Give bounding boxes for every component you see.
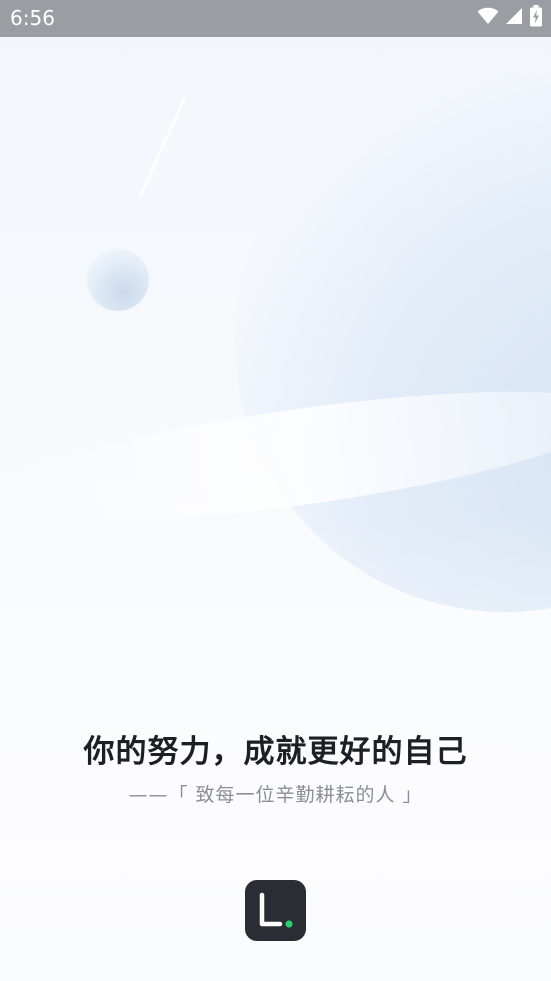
wifi-icon <box>477 7 499 29</box>
app-logo <box>245 880 306 941</box>
status-time: 6:56 <box>10 6 55 30</box>
app-logo-icon <box>259 892 293 928</box>
background-illustration <box>0 72 551 981</box>
cellular-signal-icon <box>505 7 523 29</box>
status-bar: 6:56 <box>0 0 551 37</box>
battery-charging-icon <box>529 5 543 31</box>
slogan-text: 你的努力，成就更好的自己 <box>83 734 468 770</box>
status-icons <box>477 5 543 31</box>
splash-screen: 你的努力，成就更好的自己 ——「 致每一位辛勤耕耘的人 」 <box>0 37 551 981</box>
dedication-text: ——「 致每一位辛勤耕耘的人 」 <box>128 784 423 806</box>
